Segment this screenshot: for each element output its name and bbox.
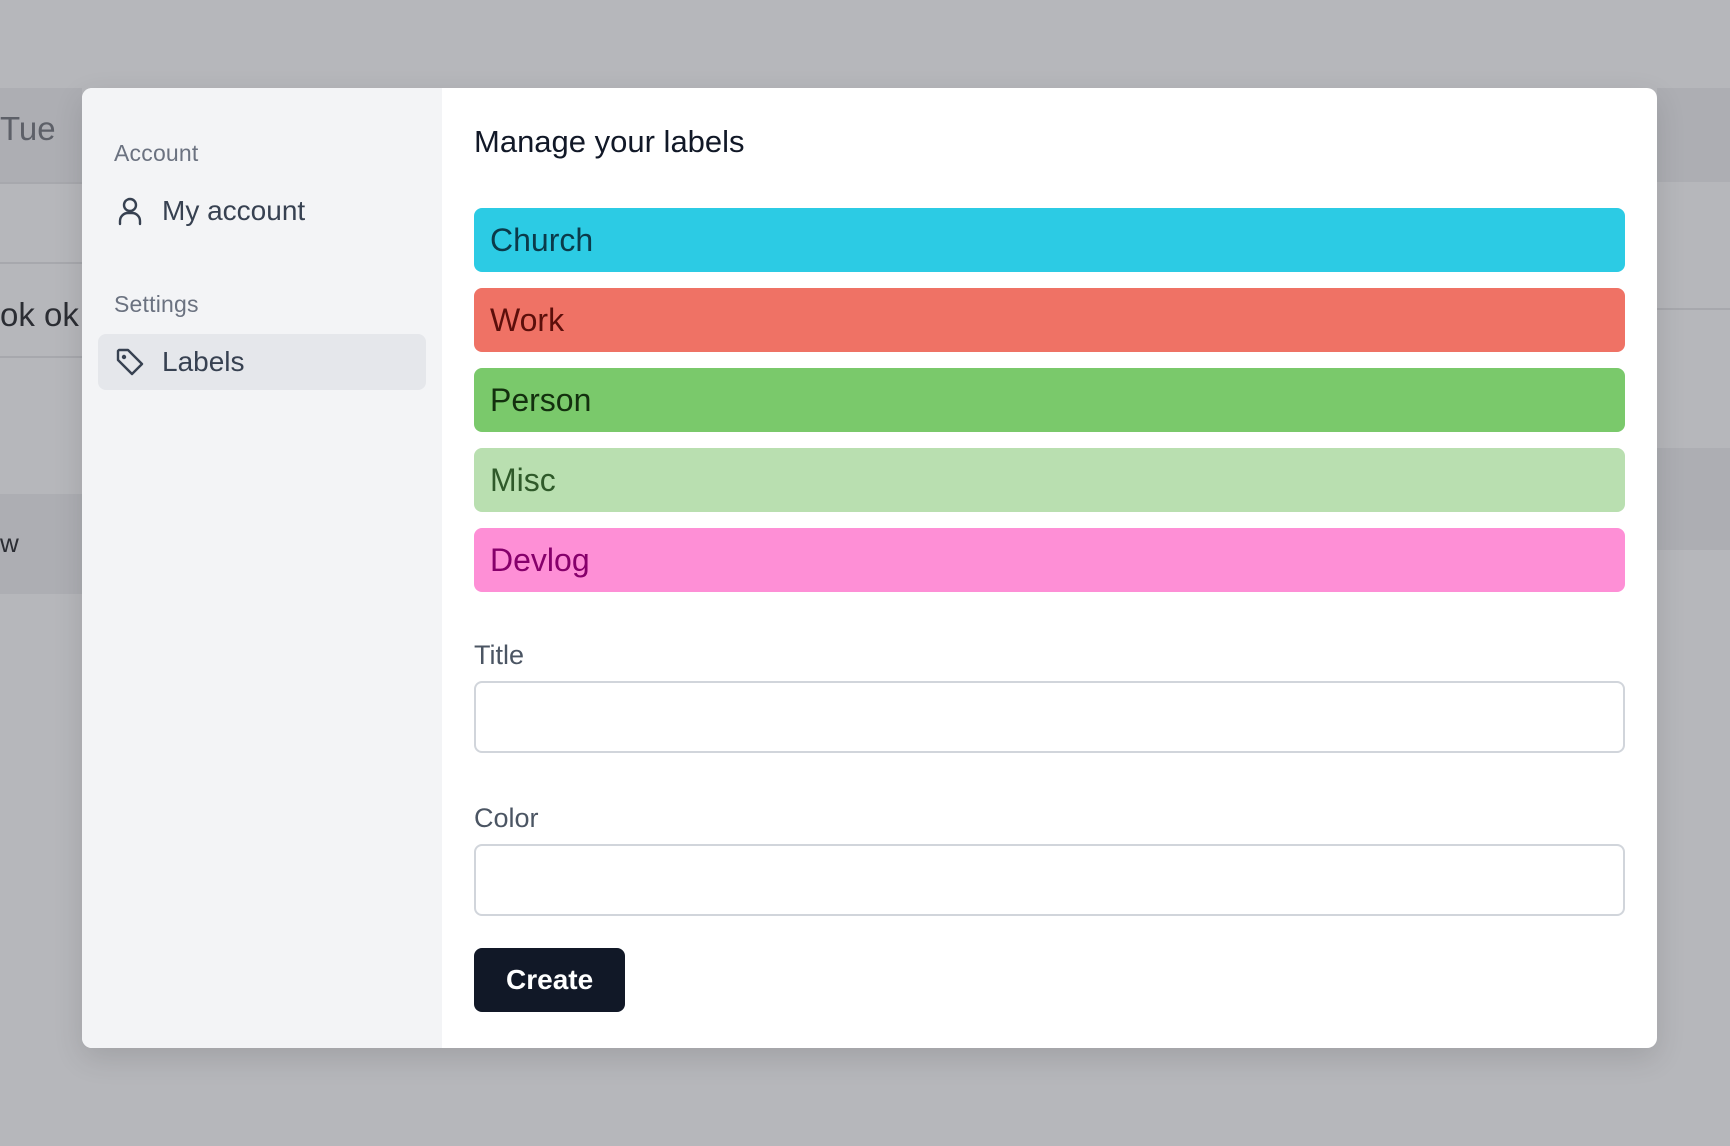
color-field-group: Color (474, 803, 1625, 916)
background-row (1657, 448, 1730, 550)
sidebar-item-label: Labels (162, 346, 245, 377)
sidebar-item-labels[interactable]: Labels (98, 334, 426, 390)
account-section-heading: Account (114, 140, 199, 166)
background-divider (0, 182, 82, 184)
title-input[interactable] (474, 681, 1625, 753)
user-icon (114, 195, 146, 227)
label-chip-church[interactable]: Church (474, 208, 1625, 272)
title-field-group: Title (474, 640, 1625, 753)
settings-sidebar: Account My account Settings Labels (82, 88, 442, 1048)
create-label-form: Title Color Create (474, 640, 1625, 1012)
title-field-label: Title (474, 640, 525, 670)
label-name: Devlog (490, 541, 590, 578)
background-text: w (0, 528, 19, 558)
background-row (1657, 88, 1730, 182)
background-text: ok ok (0, 296, 79, 333)
settings-modal: Account My account Settings Labels Manag (82, 88, 1657, 1048)
background-divider (0, 356, 82, 358)
color-input[interactable] (474, 844, 1625, 916)
labels-panel: Manage your labels Church Work Person Mi… (442, 88, 1657, 1048)
label-name: Church (490, 221, 594, 258)
label-chip-misc[interactable]: Misc (474, 448, 1625, 512)
settings-section-heading: Settings (114, 291, 199, 317)
labels-list: Church Work Person Misc Devlog (474, 208, 1625, 592)
label-name: Misc (490, 461, 556, 498)
label-chip-devlog[interactable]: Devlog (474, 528, 1625, 592)
background-divider (0, 262, 82, 264)
tag-icon (114, 346, 146, 378)
label-chip-work[interactable]: Work (474, 288, 1625, 352)
sidebar-item-my-account[interactable]: My account (98, 183, 426, 239)
background-text: Tue (0, 110, 56, 147)
color-field-label: Color (474, 803, 539, 833)
background-divider (1657, 308, 1730, 310)
sidebar-item-label: My account (162, 195, 306, 226)
label-chip-person[interactable]: Person (474, 368, 1625, 432)
create-button[interactable]: Create (474, 948, 626, 1012)
page-title: Manage your labels (474, 124, 745, 159)
label-name: Person (490, 381, 592, 418)
label-name: Work (490, 301, 565, 338)
